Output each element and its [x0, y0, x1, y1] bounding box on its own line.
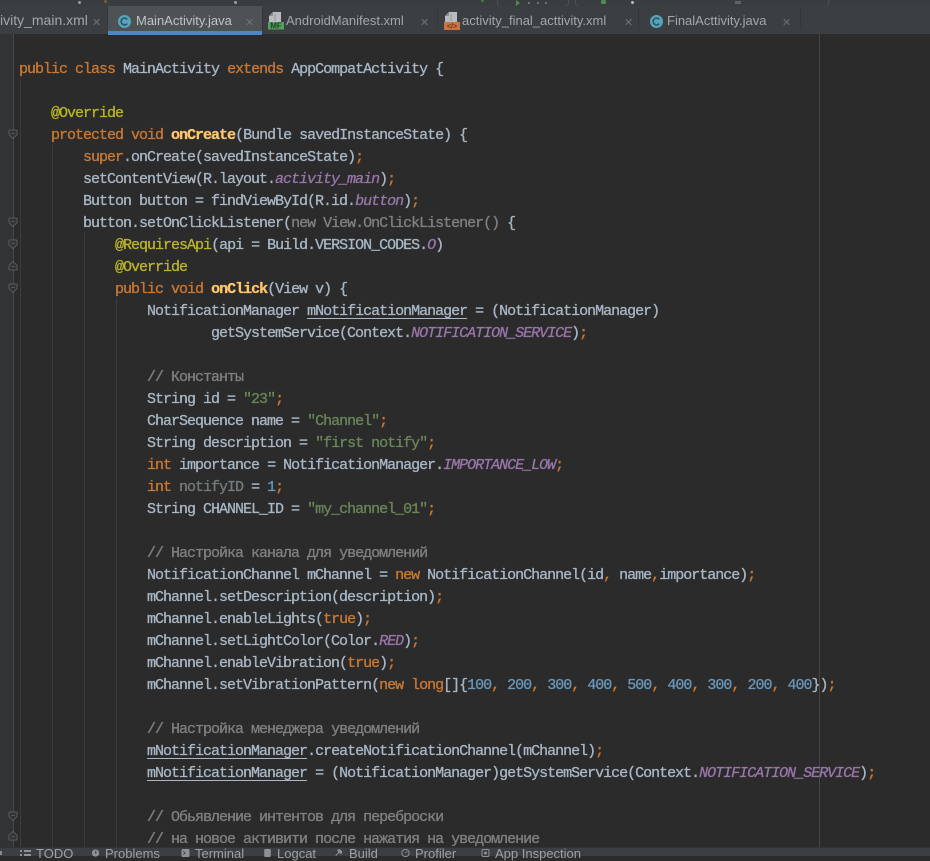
svg-text:MF: MF	[270, 22, 282, 31]
svg-text:</>: </>	[447, 24, 457, 31]
